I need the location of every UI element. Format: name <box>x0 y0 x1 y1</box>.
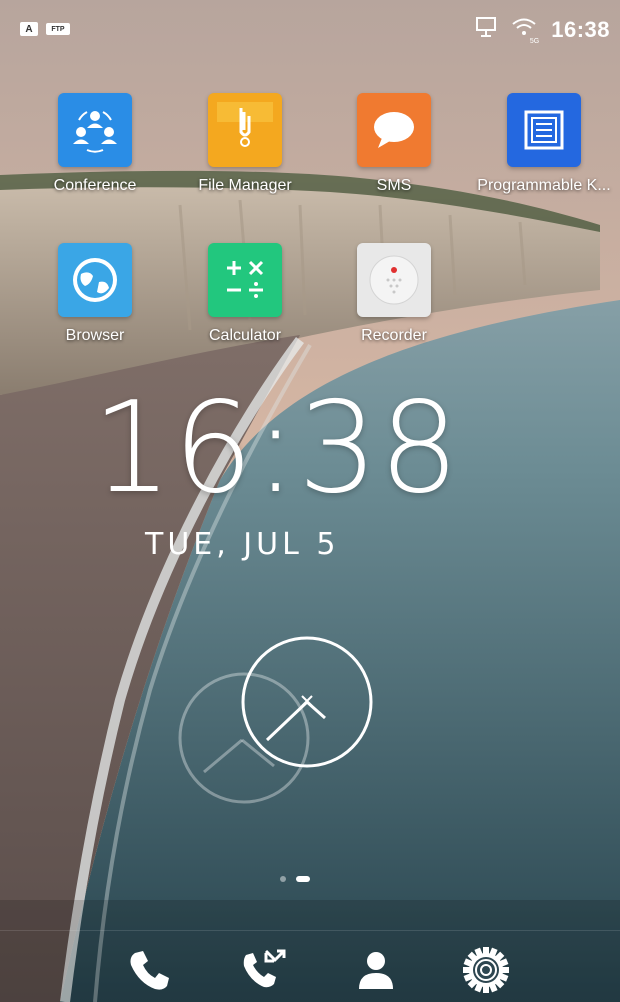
browser-icon <box>58 243 132 317</box>
app-programmable-keys[interactable]: Programmable K... <box>469 93 619 195</box>
phone-icon <box>130 951 169 990</box>
wifi-icon: 5G <box>511 16 540 45</box>
app-browser[interactable]: Browser <box>20 243 170 345</box>
ftp-badge-icon: FTP <box>46 23 70 35</box>
app-conference[interactable]: Conference <box>20 93 170 195</box>
settings-gear-icon <box>463 947 509 993</box>
home-screen: A FTP 5G 16:38 Conference File Manager S… <box>0 0 620 1002</box>
dock-settings-button[interactable] <box>461 945 511 995</box>
file-manager-icon <box>208 93 282 167</box>
app-label: Programmable K... <box>477 177 611 194</box>
sms-icon <box>357 93 431 167</box>
app-label: Conference <box>53 177 137 194</box>
page-dot-active[interactable] <box>296 876 310 882</box>
call-history-icon <box>243 949 286 988</box>
contact-icon <box>359 952 393 989</box>
analog-clock-widget[interactable] <box>170 630 400 830</box>
status-bar: A FTP 5G 16:38 <box>0 0 620 56</box>
app-sms[interactable]: SMS <box>319 93 469 195</box>
app-label: Recorder <box>361 327 427 344</box>
a-badge-icon: A <box>20 22 38 36</box>
clock-date: TUE, JUL 5 <box>145 527 340 562</box>
app-label: Browser <box>65 327 125 344</box>
wifi-band-label: 5G <box>529 38 540 45</box>
app-label: Calculator <box>208 327 282 344</box>
programmable-keys-icon <box>507 93 581 167</box>
clock-time: 16:38 <box>92 374 461 521</box>
calculator-icon <box>208 243 282 317</box>
page-indicator <box>280 876 310 882</box>
dock <box>0 930 620 1002</box>
app-label: SMS <box>376 177 412 194</box>
app-label: File Manager <box>198 177 292 194</box>
page-dot[interactable] <box>280 876 286 882</box>
app-calculator[interactable]: Calculator <box>170 243 320 345</box>
recorder-icon <box>357 243 431 317</box>
dock-call-history-button[interactable] <box>238 945 288 995</box>
conference-icon <box>58 93 132 167</box>
app-recorder[interactable]: Recorder <box>319 243 469 345</box>
app-file-manager[interactable]: File Manager <box>170 93 320 195</box>
dock-contacts-button[interactable] <box>351 945 401 995</box>
network-icon <box>475 16 497 43</box>
dock-phone-button[interactable] <box>125 945 175 995</box>
status-time: 16:38 <box>551 16 610 42</box>
